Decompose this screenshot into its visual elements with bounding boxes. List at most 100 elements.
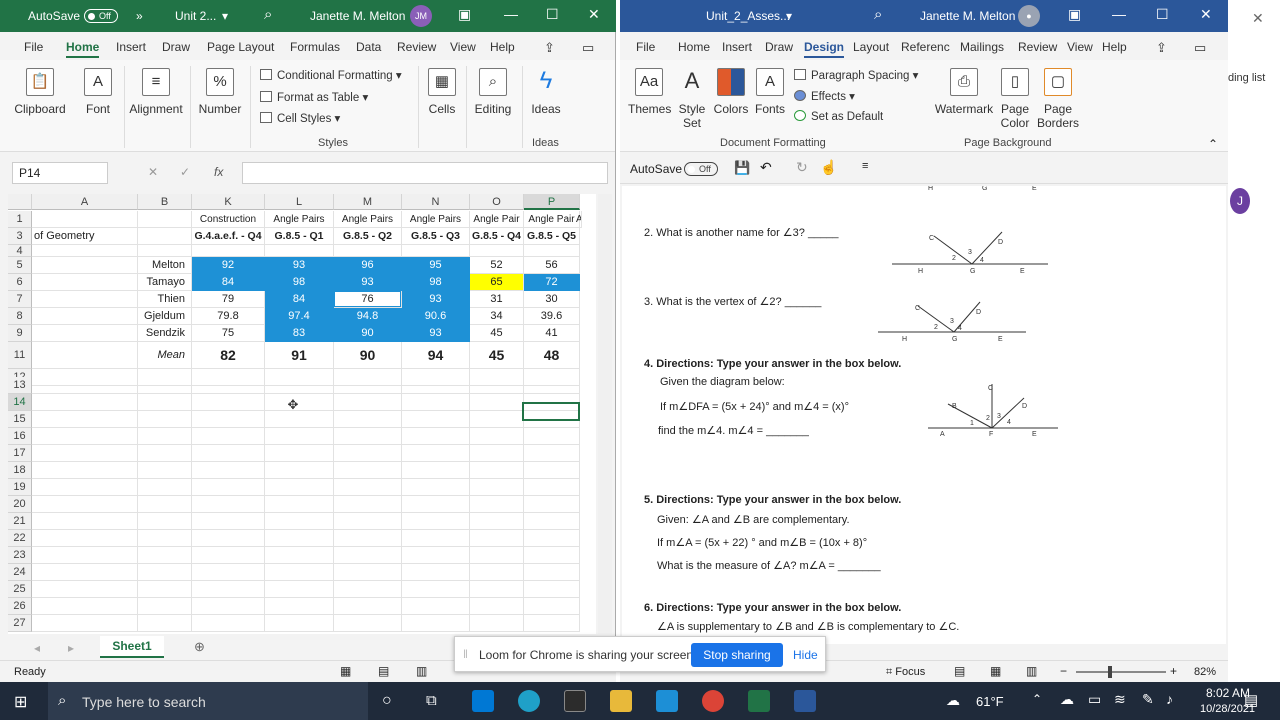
cell[interactable] bbox=[334, 615, 402, 632]
cell[interactable] bbox=[265, 245, 334, 257]
cell[interactable] bbox=[524, 581, 580, 598]
cell[interactable] bbox=[402, 615, 470, 632]
cell[interactable] bbox=[138, 428, 192, 445]
excel-taskbar-icon[interactable] bbox=[748, 690, 770, 712]
notifications-icon[interactable]: ▤ bbox=[1244, 691, 1258, 709]
score-cell[interactable]: 41 bbox=[524, 325, 580, 342]
excel-doc-title[interactable]: Unit 2... bbox=[175, 9, 216, 23]
conditional-formatting-button[interactable]: Conditional Formatting ▾ bbox=[260, 68, 402, 82]
cell[interactable] bbox=[524, 615, 580, 632]
cell[interactable] bbox=[138, 581, 192, 598]
cell[interactable] bbox=[470, 547, 524, 564]
edge-icon[interactable] bbox=[518, 690, 540, 712]
cell[interactable] bbox=[138, 615, 192, 632]
notes-icon[interactable] bbox=[656, 690, 678, 712]
cell[interactable] bbox=[138, 211, 192, 228]
row-header[interactable]: 14 bbox=[8, 394, 32, 411]
score-cell[interactable]: 56 bbox=[524, 257, 580, 274]
score-cell[interactable]: 75 bbox=[192, 325, 265, 342]
sheet-tab[interactable]: Sheet1 bbox=[100, 636, 164, 658]
cell[interactable] bbox=[192, 598, 265, 615]
score-cell[interactable]: 52 bbox=[470, 257, 524, 274]
cell[interactable] bbox=[192, 411, 265, 428]
cell[interactable] bbox=[334, 445, 402, 462]
watermark-button[interactable]: ⎙ Watermark bbox=[934, 68, 994, 116]
more-commands-icon[interactable]: » bbox=[136, 9, 143, 23]
tab-home[interactable]: Home bbox=[678, 40, 710, 54]
function-icon[interactable]: fx bbox=[214, 165, 223, 179]
cell[interactable] bbox=[32, 530, 138, 547]
cell[interactable] bbox=[470, 615, 524, 632]
row-header[interactable]: 6 bbox=[8, 274, 32, 291]
chevron-down-icon[interactable]: ▾ bbox=[222, 9, 228, 23]
row-header[interactable]: 9 bbox=[8, 325, 32, 342]
row-header[interactable]: 24 bbox=[8, 564, 32, 581]
cell[interactable] bbox=[470, 479, 524, 496]
add-sheet-icon[interactable]: ⊕ bbox=[194, 639, 205, 655]
cell[interactable] bbox=[32, 394, 138, 411]
mean-cell[interactable]: 82 bbox=[192, 342, 265, 369]
minimize-icon[interactable]: — bbox=[1112, 6, 1126, 22]
cell[interactable] bbox=[192, 513, 265, 530]
row-header[interactable]: 19 bbox=[8, 479, 32, 496]
print-layout-icon[interactable]: ▦ bbox=[990, 664, 1001, 678]
row-header[interactable]: 21 bbox=[8, 513, 32, 530]
cell[interactable] bbox=[470, 530, 524, 547]
cell[interactable] bbox=[32, 377, 138, 394]
cell[interactable] bbox=[334, 598, 402, 615]
cell[interactable] bbox=[32, 445, 138, 462]
cell[interactable] bbox=[334, 530, 402, 547]
course-cell[interactable]: of Geometry bbox=[32, 228, 138, 245]
cell[interactable] bbox=[192, 245, 265, 257]
cell[interactable] bbox=[402, 513, 470, 530]
tab-design[interactable]: Design bbox=[804, 40, 845, 58]
cell[interactable] bbox=[32, 479, 138, 496]
cell[interactable] bbox=[334, 377, 402, 394]
windows-start-icon[interactable]: ⊞ bbox=[14, 692, 27, 712]
cell[interactable] bbox=[334, 245, 402, 257]
cell-styles-button[interactable]: Cell Styles ▾ bbox=[260, 111, 340, 125]
cell[interactable] bbox=[334, 496, 402, 513]
avatar[interactable]: JM bbox=[410, 5, 432, 27]
prev-sheet-icon[interactable]: ◂ bbox=[34, 641, 40, 655]
cell[interactable] bbox=[470, 598, 524, 615]
ideas-button[interactable]: ϟ Ideas bbox=[526, 68, 566, 117]
themes-button[interactable]: Aa Themes bbox=[628, 68, 671, 116]
cell[interactable] bbox=[334, 581, 402, 598]
cell[interactable] bbox=[334, 479, 402, 496]
student-name-cell[interactable]: Gjeldum bbox=[138, 308, 192, 325]
cell[interactable] bbox=[192, 564, 265, 581]
cell[interactable] bbox=[32, 428, 138, 445]
stop-sharing-button[interactable]: Stop sharing bbox=[691, 643, 783, 667]
set-as-default-button[interactable]: Set as Default bbox=[794, 110, 883, 123]
cell[interactable] bbox=[265, 564, 334, 581]
share-icon[interactable]: ⇪ bbox=[1156, 40, 1167, 56]
search-icon[interactable]: ⌕ bbox=[264, 6, 272, 23]
tab-file[interactable]: File bbox=[636, 40, 655, 54]
style-set-button[interactable]: A Style Set bbox=[674, 68, 710, 130]
cell[interactable] bbox=[32, 462, 138, 479]
cell[interactable] bbox=[524, 462, 580, 479]
mean-cell[interactable]: 90 bbox=[334, 342, 402, 369]
cell[interactable] bbox=[32, 411, 138, 428]
cell[interactable] bbox=[265, 581, 334, 598]
onedrive-icon[interactable]: ☁ bbox=[1060, 691, 1074, 708]
cell[interactable] bbox=[138, 547, 192, 564]
score-cell[interactable]: 76 bbox=[334, 291, 402, 308]
close-icon[interactable]: ✕ bbox=[588, 6, 600, 23]
row-header[interactable]: 25 bbox=[8, 581, 32, 598]
close-icon[interactable]: ✕ bbox=[1200, 6, 1212, 23]
page-borders-button[interactable]: ▢ Page Borders bbox=[1036, 68, 1080, 130]
show-hidden-icon[interactable]: ⌃ bbox=[1032, 692, 1042, 706]
cell[interactable] bbox=[470, 462, 524, 479]
column-header[interactable]: N bbox=[402, 194, 470, 210]
score-cell[interactable]: 34 bbox=[470, 308, 524, 325]
store-icon[interactable] bbox=[564, 690, 586, 712]
row-header[interactable]: 5 bbox=[8, 257, 32, 274]
standard-cell[interactable]: G.8.5 - Q2 bbox=[334, 228, 402, 245]
zoom-slider-thumb[interactable] bbox=[1108, 666, 1112, 678]
reading-list-link[interactable]: ding list bbox=[1228, 72, 1265, 84]
page-color-button[interactable]: ▯ Page Color bbox=[996, 68, 1034, 130]
alignment-button[interactable]: ≡ Alignment bbox=[128, 68, 184, 116]
cell[interactable] bbox=[138, 245, 192, 257]
